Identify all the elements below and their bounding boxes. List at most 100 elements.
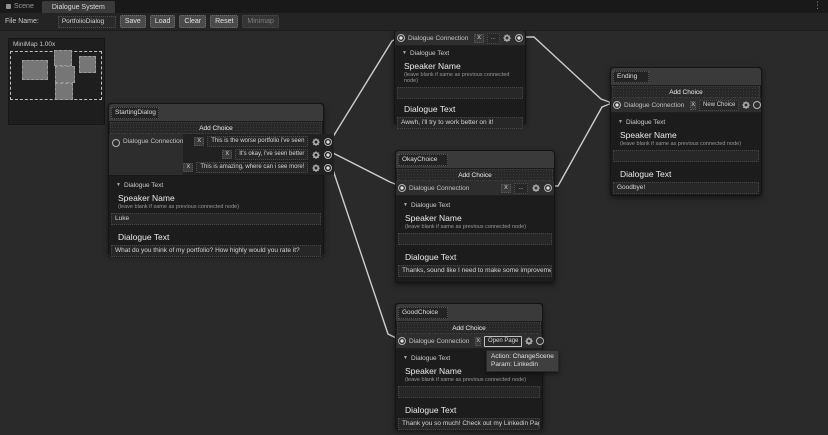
delete-choice-button[interactable]: X: [183, 163, 193, 172]
gear-icon[interactable]: [503, 34, 512, 43]
dialogue-text-input[interactable]: Thanks, sound like I need to make some i…: [398, 265, 552, 277]
edge-bad-to-ending: [523, 37, 612, 103]
tab-scene-label: Scene: [14, 3, 34, 10]
output-port-icon[interactable]: [544, 184, 552, 192]
speaker-name-label: Speaker Name: [118, 193, 322, 203]
connection-header[interactable]: Dialogue Connection X ...: [395, 31, 525, 46]
dialogue-text-input[interactable]: What do you think of my portfolio? How h…: [111, 245, 321, 257]
add-choice-button[interactable]: Add Choice: [612, 86, 760, 98]
node-body: ▼ Dialogue Text Speaker Name (leave blan…: [395, 46, 525, 134]
minimap-zoom-level: 1.00x: [39, 41, 55, 48]
window-menu-icon[interactable]: ⋮: [813, 2, 822, 11]
node-titlebar[interactable]: StartingDialog: [109, 104, 323, 121]
dialogue-text-label: Dialogue Text: [405, 252, 553, 262]
file-name-input[interactable]: PortfolioDialog: [58, 16, 116, 28]
delete-choice-button[interactable]: X: [690, 101, 696, 110]
connection-title: Dialogue Connection: [409, 338, 469, 345]
choice-text-input[interactable]: This is the worse portfolio i've seen: [207, 136, 308, 147]
connection-header[interactable]: Dialogue Connection X Open Page: [396, 334, 542, 349]
gear-icon[interactable]: [531, 184, 541, 193]
node-title-input[interactable]: StartingDialog: [111, 107, 159, 119]
connection-title: Dialogue Connection: [123, 138, 183, 145]
gear-icon[interactable]: [311, 137, 321, 146]
dialogue-text-label: Dialogue Text: [620, 169, 760, 179]
connection-header[interactable]: Dialogue Connection X ...: [396, 181, 554, 196]
file-name-label: File Name:: [5, 18, 39, 25]
tab-scene[interactable]: Scene: [0, 0, 42, 13]
delete-choice-button[interactable]: X: [194, 137, 204, 146]
delete-choice-button[interactable]: X: [475, 337, 481, 346]
add-choice-button[interactable]: Add Choice: [110, 122, 322, 134]
gear-icon[interactable]: [311, 150, 321, 159]
dialogue-text-label: Dialogue Text: [404, 104, 524, 114]
connection-header[interactable]: Dialogue Connection X New Choice: [611, 98, 761, 113]
foldout-arrow-icon: ▼: [116, 183, 121, 188]
foldout-label: Dialogue Text: [124, 182, 163, 189]
node-title-input[interactable]: OkayChoice: [398, 154, 448, 166]
dialogue-text-foldout[interactable]: ▼ Dialogue Text: [403, 202, 553, 209]
tab-dialogue-system[interactable]: Dialogue System: [42, 1, 115, 13]
gear-icon[interactable]: [525, 337, 533, 346]
load-button[interactable]: Load: [150, 15, 176, 28]
add-choice-button[interactable]: Add Choice: [397, 322, 541, 334]
save-button[interactable]: Save: [120, 15, 146, 28]
output-port-icon[interactable]: [515, 34, 523, 42]
input-port-icon[interactable]: [398, 184, 406, 192]
speaker-name-input[interactable]: Luke: [111, 213, 321, 225]
choice-output-port-icon[interactable]: [324, 151, 332, 159]
speaker-name-input[interactable]: [398, 386, 540, 398]
dialogue-text-foldout[interactable]: ▼ Dialogue Text: [402, 50, 524, 57]
node-okay-choice[interactable]: OkayChoice Add Choice Dialogue Connectio…: [395, 150, 555, 283]
minimap-node[interactable]: [55, 66, 75, 83]
choice-row: X This is amazing, where can i see more!: [183, 162, 334, 174]
choice-name-field[interactable]: Open Page: [484, 336, 522, 347]
dialogue-text-input[interactable]: Goodbye!: [613, 182, 759, 194]
edge-starting-to-good: [320, 164, 400, 340]
node-title-input[interactable]: GoodChoice: [398, 307, 448, 319]
gear-icon[interactable]: [742, 101, 750, 110]
speaker-name-input[interactable]: [397, 87, 523, 99]
node-ending[interactable]: Ending Add Choice Dialogue Connection X …: [610, 67, 762, 196]
gear-icon[interactable]: [311, 163, 321, 172]
foldout-arrow-icon: ▼: [403, 356, 408, 361]
dialogue-text-input[interactable]: Thank you so much! Check out my Linkedin…: [398, 418, 540, 430]
reset-button[interactable]: Reset: [210, 15, 238, 28]
node-titlebar[interactable]: GoodChoice: [396, 304, 542, 321]
node-title-input[interactable]: Ending: [613, 71, 649, 83]
add-choice-button[interactable]: Add Choice: [397, 169, 553, 181]
node-titlebar[interactable]: Ending: [611, 68, 761, 85]
input-port-icon[interactable]: [397, 34, 405, 42]
choice-name-field[interactable]: New Choice: [699, 100, 739, 111]
minimap-node[interactable]: [22, 60, 48, 80]
input-port-icon[interactable]: [112, 139, 120, 147]
choice-name-field[interactable]: ...: [514, 183, 528, 194]
choice-output-port-icon[interactable]: [324, 164, 332, 172]
tab-dialogue-system-label: Dialogue System: [52, 4, 105, 11]
speaker-hint: (leave blank if same as previous connect…: [118, 204, 322, 210]
dialogue-text-foldout[interactable]: ▼ Dialogue Text: [116, 182, 322, 189]
delete-choice-button[interactable]: X: [474, 34, 483, 43]
clear-button[interactable]: Clear: [179, 15, 206, 28]
delete-choice-button[interactable]: X: [501, 184, 511, 193]
node-titlebar[interactable]: OkayChoice: [396, 151, 554, 168]
minimap-node[interactable]: [54, 50, 72, 66]
choice-output-port-icon[interactable]: [324, 138, 332, 146]
node-starting-dialog[interactable]: StartingDialog Add Choice Dialogue Conne…: [108, 103, 324, 255]
output-port-icon[interactable]: [753, 101, 761, 109]
input-port-icon[interactable]: [398, 337, 406, 345]
input-port-icon[interactable]: [613, 101, 621, 109]
choice-text-input[interactable]: It's okay, i've seen better: [235, 149, 308, 160]
delete-choice-button[interactable]: X: [222, 150, 232, 159]
speaker-name-input[interactable]: [398, 233, 552, 245]
minimap-button[interactable]: Minimap: [242, 15, 278, 28]
node-bad-response[interactable]: Dialogue Connection X ... ▼ Dialogue Tex…: [394, 30, 526, 124]
speaker-name-input[interactable]: [613, 150, 759, 162]
dialogue-text-input[interactable]: Awwh, i'll try to work better on it!: [397, 117, 523, 129]
minimap-node[interactable]: [79, 56, 96, 73]
choice-text-input[interactable]: This is amazing, where can i see more!: [196, 162, 308, 173]
minimap-panel[interactable]: MiniMap 1.00x: [8, 38, 105, 125]
dialogue-text-foldout[interactable]: ▼ Dialogue Text: [618, 119, 760, 126]
minimap-node[interactable]: [55, 83, 73, 100]
choice-name-field[interactable]: ...: [487, 33, 500, 44]
choice-list: X This is the worse portfolio i've seen …: [183, 134, 334, 175]
